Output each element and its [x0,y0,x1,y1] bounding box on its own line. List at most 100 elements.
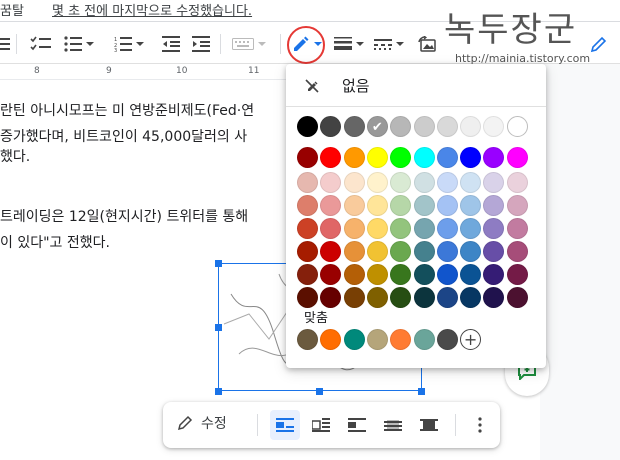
color-swatch[interactable] [506,116,528,137]
color-swatch[interactable] [343,172,365,193]
color-swatch[interactable] [483,264,505,285]
color-swatch[interactable] [460,195,482,216]
color-swatch[interactable] [506,264,528,285]
color-swatch[interactable] [320,116,342,137]
align-justify-icon[interactable] [0,33,10,55]
border-weight-icon[interactable] [334,33,364,55]
color-swatch[interactable] [297,218,318,239]
color-swatch[interactable] [366,287,388,308]
color-swatch[interactable] [436,195,458,216]
color-swatch[interactable] [390,147,412,168]
color-swatch[interactable] [506,172,528,193]
color-swatch[interactable] [320,147,342,168]
color-swatch[interactable] [506,147,528,168]
color-swatch[interactable] [460,218,482,239]
color-swatch[interactable] [390,172,412,193]
color-swatch[interactable] [390,218,412,239]
color-swatch[interactable] [343,147,365,168]
color-swatch[interactable] [297,195,318,216]
color-swatch[interactable] [483,116,505,137]
color-swatch[interactable] [366,241,388,262]
color-swatch[interactable] [506,287,528,308]
color-swatch[interactable] [436,287,458,308]
color-swatch[interactable] [436,116,458,137]
color-swatch[interactable] [483,218,505,239]
color-swatch[interactable] [320,172,342,193]
in-front-of-text-button[interactable] [414,410,444,440]
custom-color-swatch[interactable] [413,329,435,350]
resize-handle[interactable] [316,388,323,395]
color-swatch[interactable] [483,195,505,216]
color-swatch[interactable] [436,264,458,285]
color-swatch[interactable] [413,147,435,168]
color-swatch[interactable] [413,287,435,308]
color-swatch[interactable] [436,147,458,168]
color-swatch[interactable] [297,264,318,285]
color-swatch[interactable] [436,218,458,239]
color-swatch[interactable] [320,241,342,262]
custom-color-swatch[interactable] [390,329,412,350]
color-swatch[interactable] [413,241,435,262]
color-swatch[interactable] [506,218,528,239]
no-color-option[interactable]: 없음 [304,75,370,96]
color-swatch[interactable] [436,172,458,193]
color-swatch[interactable] [297,241,318,262]
color-swatch[interactable] [390,241,412,262]
resize-handle[interactable] [215,388,222,395]
color-swatch[interactable] [343,195,365,216]
color-swatch[interactable] [390,264,412,285]
color-swatch[interactable] [297,172,318,193]
color-swatch[interactable] [413,218,435,239]
checklist-icon[interactable] [30,33,52,55]
color-swatch[interactable]: ✔ [366,116,388,137]
edit-image-button[interactable]: 수정 [177,413,227,433]
wrap-text-button[interactable] [306,410,336,440]
color-swatch[interactable] [483,172,505,193]
color-swatch[interactable] [436,241,458,262]
wrap-inline-button[interactable] [270,410,300,440]
color-swatch[interactable] [343,264,365,285]
color-swatch[interactable] [390,116,412,137]
replace-image-icon[interactable] [418,33,436,55]
color-swatch[interactable] [413,264,435,285]
color-swatch[interactable] [366,147,388,168]
resize-handle[interactable] [215,324,222,331]
color-swatch[interactable] [320,195,342,216]
color-swatch[interactable] [343,218,365,239]
color-swatch[interactable] [366,218,388,239]
input-tools-icon[interactable] [232,33,266,55]
color-swatch[interactable] [483,287,505,308]
color-swatch[interactable] [460,116,482,137]
custom-color-swatch[interactable] [297,329,318,350]
behind-text-button[interactable] [378,410,408,440]
color-swatch[interactable] [343,241,365,262]
color-swatch[interactable] [343,287,365,308]
custom-color-swatch[interactable] [436,329,458,350]
color-swatch[interactable] [297,287,318,308]
color-swatch[interactable] [460,147,482,168]
color-swatch[interactable] [366,264,388,285]
color-swatch[interactable] [366,172,388,193]
bulleted-list-icon[interactable] [64,33,94,55]
custom-color-swatch[interactable] [343,329,365,350]
decrease-indent-icon[interactable] [162,33,180,55]
color-swatch[interactable] [320,218,342,239]
color-swatch[interactable] [460,241,482,262]
break-text-button[interactable] [342,410,372,440]
color-swatch[interactable] [460,264,482,285]
border-dash-icon[interactable] [374,33,404,55]
color-swatch[interactable] [413,172,435,193]
color-swatch[interactable] [343,116,365,137]
color-swatch[interactable] [413,116,435,137]
color-swatch[interactable] [506,241,528,262]
last-edit-link[interactable]: 몇 초 전에 마지막으로 수정했습니다. [52,0,252,19]
color-swatch[interactable] [320,264,342,285]
color-swatch[interactable] [460,172,482,193]
resize-handle[interactable] [418,388,425,395]
custom-color-swatch[interactable] [320,329,342,350]
color-swatch[interactable] [297,116,318,137]
pen-icon[interactable] [590,33,608,55]
add-custom-color-icon[interactable]: + [460,329,482,350]
more-options-button[interactable] [465,410,495,440]
color-swatch[interactable] [506,195,528,216]
